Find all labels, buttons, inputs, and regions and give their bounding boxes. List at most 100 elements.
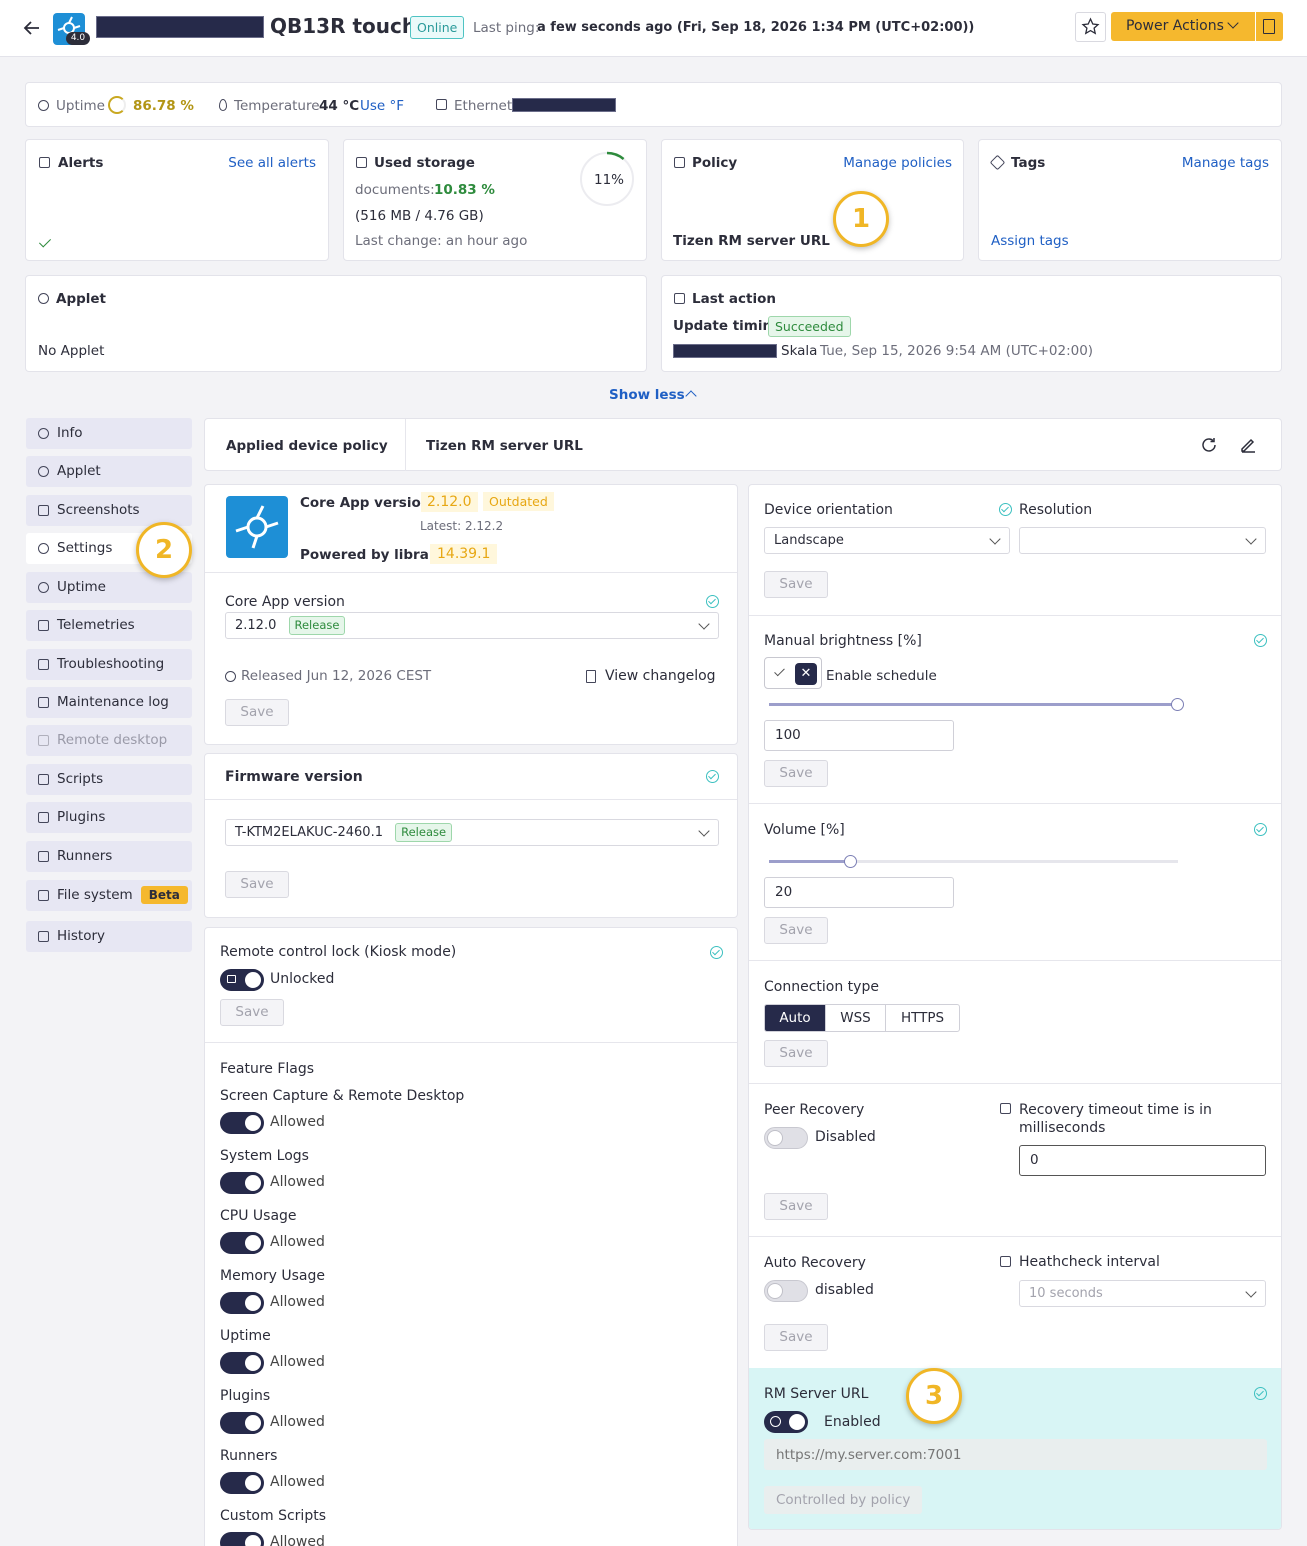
auto-recovery-toggle[interactable] [764,1280,808,1302]
sidebar-item-applet[interactable]: Applet [26,456,192,487]
file-icon[interactable] [586,670,596,683]
favorite-star-button[interactable] [1075,12,1106,42]
healthcheck-interval-select[interactable]: 10 seconds [1019,1280,1266,1307]
slider-handle[interactable] [844,855,857,868]
firmware-select[interactable]: T-KTM2ELAKUC-2460.1 Release [225,819,719,846]
auto-recovery-save-button[interactable]: Save [764,1324,828,1351]
kiosk-title: Remote control lock (Kiosk mode) [220,944,457,960]
feature-flag-toggle[interactable] [220,1412,264,1434]
synced-check-icon [706,595,719,608]
desktop-icon [38,735,49,746]
peer-recovery-save-button[interactable]: Save [764,1193,828,1220]
refresh-icon[interactable] [1200,436,1218,454]
edit-icon[interactable] [1239,436,1257,454]
sidebar-item-telemetries[interactable]: Telemetries [26,610,192,641]
sidebar-item-label: File system [57,887,133,903]
connection-label: Connection type [764,979,879,995]
ethernet-label: Ethernet [454,98,513,114]
sidebar-item-history[interactable]: History [26,921,192,952]
rm-server-url-input[interactable] [764,1439,1267,1470]
applet-value: No Applet [38,343,105,359]
feature-flag-state: Allowed [270,1234,325,1250]
core-app-save-button[interactable]: Save [225,699,289,726]
core-app-logo-icon [226,496,288,558]
toggle-knob [245,1175,261,1191]
feature-flag-toggle[interactable] [220,1472,264,1494]
feature-flag-toggle[interactable] [220,1112,264,1134]
check-icon [38,235,52,248]
see-all-alerts-link[interactable]: See all alerts [228,155,316,171]
feature-flag-toggle[interactable] [220,1172,264,1194]
back-arrow-icon[interactable] [23,19,41,37]
feature-flag-toggle[interactable] [220,1352,264,1374]
sidebar-item-file-system[interactable]: File system Beta [26,880,192,911]
controlled-by-policy-button[interactable]: Controlled by policy [764,1486,923,1514]
enable-schedule-label: Enable schedule [826,668,937,684]
sidebar-item-label: Scripts [57,771,104,787]
slider-handle[interactable] [1171,698,1184,711]
divider [749,803,1281,804]
schedule-toggle[interactable]: ✕ [764,657,822,689]
chevron-down-icon [1227,17,1239,29]
power-actions-button[interactable]: Power Actions [1111,12,1255,41]
connection-option-auto[interactable]: Auto [765,1005,825,1031]
rm-server-toggle[interactable] [764,1411,808,1433]
brightness-input[interactable]: 100 [764,720,954,751]
kiosk-toggle[interactable] [220,969,264,991]
kiosk-save-button[interactable]: Save [220,999,284,1026]
tags-title: Tags [1011,155,1046,171]
device-menu-button[interactable] [1256,12,1283,41]
orientation-save-button[interactable]: Save [764,571,828,598]
feature-flag-name: Plugins [220,1388,271,1404]
sidebar-item-label: Runners [57,848,113,864]
device-logo-icon: 4.0 [53,13,90,45]
manage-policies-link[interactable]: Manage policies [843,155,952,171]
rm-server-section: RM Server URL Enabled Controlled by poli… [749,1368,1281,1529]
divider [749,1083,1281,1084]
use-fahrenheit-link[interactable]: Use °F [360,98,404,114]
firmware-card: Firmware version T-KTM2ELAKUC-2460.1 Rel… [204,753,738,918]
feature-flag-toggle[interactable] [220,1532,264,1546]
sidebar-item-troubleshooting[interactable]: Troubleshooting [26,649,192,680]
core-app-version-select[interactable]: 2.12.0 Release [225,612,719,639]
sidebar-item-scripts[interactable]: Scripts [26,764,192,795]
feature-flag-toggle[interactable] [220,1232,264,1254]
firmware-save-button[interactable]: Save [225,871,289,898]
check-icon [774,665,785,677]
sidebar-item-plugins[interactable]: Plugins [26,802,192,833]
chevron-down-icon [698,618,710,630]
sidebar-item-label: Telemetries [57,617,135,633]
manage-tags-link[interactable]: Manage tags [1182,155,1269,171]
library-label: Powered by library: [300,547,450,563]
volume-save-button[interactable]: Save [764,917,828,944]
volume-slider[interactable] [769,855,1178,868]
chevron-up-icon[interactable] [685,390,697,402]
orientation-select[interactable]: Landscape [764,527,1010,554]
last-action-date: Tue, Sep 15, 2026 9:54 AM (UTC+02:00) [820,343,1094,359]
recovery-timeout-label: Recovery timeout time is in milliseconds [1019,1102,1212,1136]
sidebar-item-remote-desktop[interactable]: Remote desktop [26,725,192,756]
feature-flag-toggle[interactable] [220,1292,264,1314]
brightness-save-button[interactable]: Save [764,760,828,787]
plug-icon [38,812,49,823]
divider [205,1042,737,1043]
assign-tags-link[interactable]: Assign tags [991,233,1069,249]
connection-option-wss[interactable]: WSS [825,1005,885,1031]
online-status-badge: Online [410,16,465,39]
connection-save-button[interactable]: Save [764,1040,828,1067]
chevron-down-icon [989,533,1001,545]
show-less-button[interactable]: Show less [609,387,685,403]
sidebar-item-maintenance-log[interactable]: Maintenance log [26,687,192,718]
recovery-timeout-input[interactable]: 0 [1019,1145,1266,1176]
last-action-user: Skala [781,343,818,359]
storage-gauge-value: 11% [594,172,625,188]
sidebar-item-runners[interactable]: Runners [26,841,192,872]
connection-option-https[interactable]: HTTPS [885,1005,959,1031]
view-changelog-link[interactable]: View changelog [605,668,716,684]
volume-input[interactable]: 20 [764,877,954,908]
sidebar-item-info[interactable]: Info [26,418,192,449]
clock-icon [38,582,49,593]
folder-icon [38,890,49,901]
resolution-select[interactable] [1019,527,1266,554]
peer-recovery-toggle[interactable] [764,1127,808,1149]
